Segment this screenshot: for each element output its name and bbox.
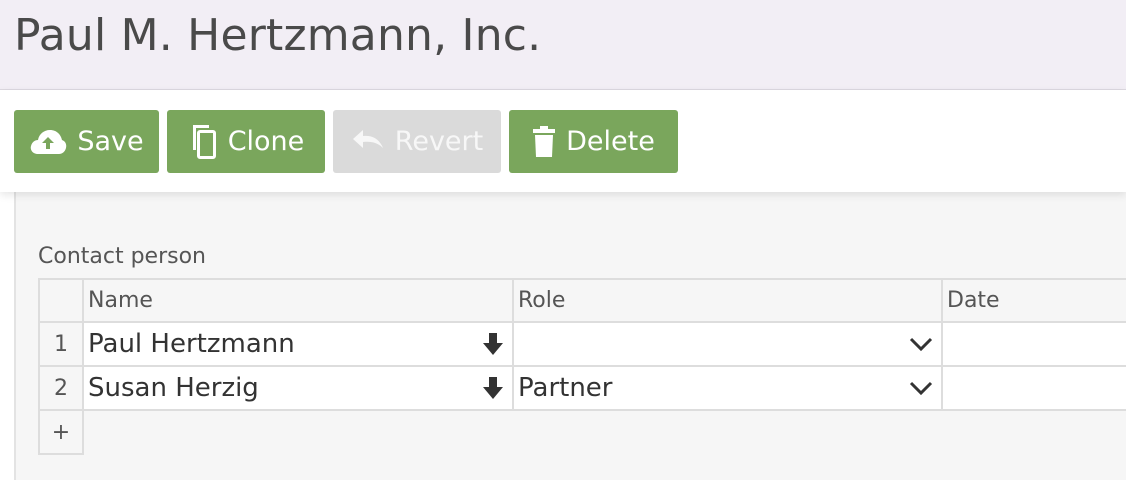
copy-icon <box>188 124 218 160</box>
trash-icon <box>532 125 556 158</box>
undo-icon <box>351 129 385 154</box>
column-header-name: Name <box>82 278 514 323</box>
arrow-down-icon[interactable] <box>482 376 504 400</box>
row-number-header <box>38 278 84 323</box>
cloud-upload-icon <box>29 129 67 155</box>
revert-button[interactable]: Revert <box>333 110 501 173</box>
form-content: Contact person Name Role Date 1 Paul Her… <box>14 192 1126 480</box>
role-cell[interactable] <box>512 321 943 367</box>
grid-header-row: Name Role Date <box>38 278 1126 323</box>
clone-button-label: Clone <box>227 126 305 157</box>
clone-button[interactable]: Clone <box>167 110 325 173</box>
date-cell[interactable] <box>941 365 1126 411</box>
column-header-role: Role <box>512 278 943 323</box>
delete-button[interactable]: Delete <box>509 110 678 173</box>
table-row: 1 Paul Hertzmann <box>38 321 1126 367</box>
role-cell[interactable]: Partner <box>512 365 943 411</box>
title-bar: Paul M. Hertzmann, Inc. <box>0 0 1126 90</box>
chevron-down-icon[interactable] <box>909 336 933 352</box>
name-cell[interactable]: Paul Hertzmann <box>82 321 514 367</box>
chevron-down-icon[interactable] <box>909 380 933 396</box>
table-row: 2 Susan Herzig Partner <box>38 365 1126 411</box>
name-value: Susan Herzig <box>88 373 259 403</box>
column-header-date: Date <box>941 278 1126 323</box>
add-row: + <box>38 409 1126 455</box>
name-cell[interactable]: Susan Herzig <box>82 365 514 411</box>
contact-person-grid: Name Role Date 1 Paul Hertzmann 2 Susan … <box>38 278 1126 455</box>
row-number: 2 <box>38 365 84 411</box>
save-button-label: Save <box>77 126 144 157</box>
date-cell[interactable] <box>941 321 1126 367</box>
save-button[interactable]: Save <box>14 110 159 173</box>
toolbar: Save Clone Revert Delete <box>0 90 1126 192</box>
row-number: 1 <box>38 321 84 367</box>
delete-button-label: Delete <box>566 126 655 157</box>
revert-button-label: Revert <box>394 126 484 157</box>
add-row-button[interactable]: + <box>38 409 84 455</box>
name-value: Paul Hertzmann <box>88 329 295 359</box>
page-title: Paul M. Hertzmann, Inc. <box>14 10 542 61</box>
contact-person-label: Contact person <box>38 244 206 269</box>
arrow-down-icon[interactable] <box>482 332 504 356</box>
role-value: Partner <box>518 373 613 403</box>
